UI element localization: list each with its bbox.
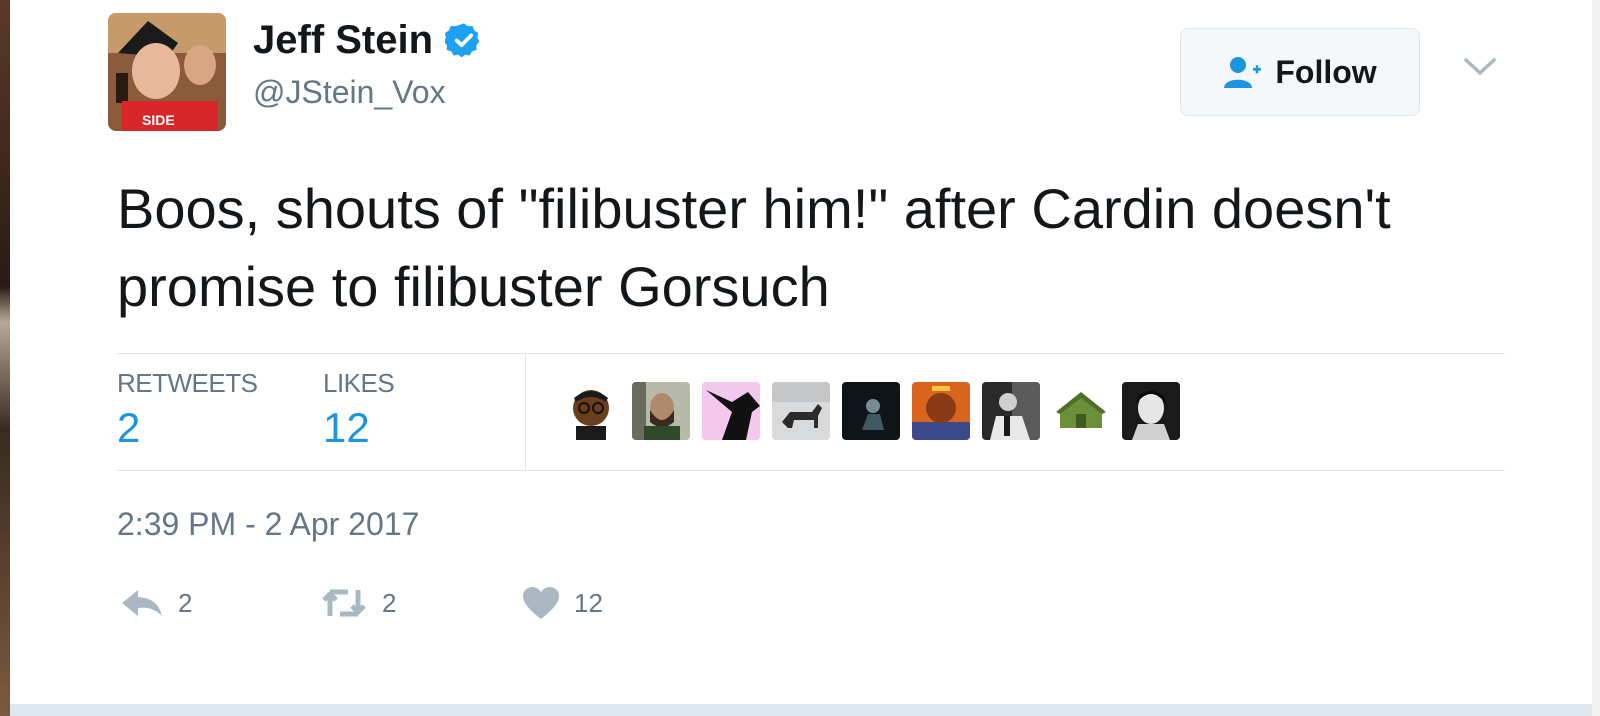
liker-avatars bbox=[562, 382, 1180, 440]
liker-avatar[interactable] bbox=[842, 382, 900, 440]
liker-avatar[interactable] bbox=[632, 382, 690, 440]
retweets-label: RETWEETS bbox=[117, 368, 258, 398]
tweet-card: SIDE Jeff Stein @JStein_Vox Follow Boos,… bbox=[10, 0, 1592, 704]
background-edge-right bbox=[1592, 0, 1600, 716]
verified-badge-icon bbox=[445, 23, 480, 58]
stats-divider-top bbox=[117, 353, 1505, 354]
retweet-count: 2 bbox=[382, 587, 397, 618]
likes-label: LIKES bbox=[323, 368, 395, 398]
reply-action[interactable]: 2 bbox=[120, 586, 192, 620]
liker-avatar[interactable] bbox=[912, 382, 970, 440]
background-edge-left bbox=[0, 0, 10, 716]
chevron-down-icon[interactable] bbox=[1460, 52, 1500, 82]
liker-avatar[interactable] bbox=[702, 382, 760, 440]
retweets-count[interactable]: 2 bbox=[117, 402, 140, 454]
reply-icon bbox=[122, 590, 162, 616]
liker-avatar[interactable] bbox=[772, 382, 830, 440]
follow-button[interactable]: Follow bbox=[1180, 28, 1420, 116]
liker-avatar[interactable] bbox=[1052, 382, 1110, 440]
retweet-action[interactable]: 2 bbox=[320, 586, 396, 620]
user-name-text: Jeff Stein bbox=[253, 18, 434, 62]
likes-count[interactable]: 12 bbox=[323, 402, 370, 454]
liker-avatar[interactable] bbox=[1122, 382, 1180, 440]
follow-button-label: Follow bbox=[1275, 53, 1377, 90]
stats-divider-bottom bbox=[117, 470, 1505, 471]
tweet-text: Boos, shouts of "filibuster him!" after … bbox=[117, 177, 1391, 318]
like-count: 12 bbox=[574, 587, 603, 618]
user-avatar[interactable]: SIDE bbox=[108, 13, 226, 131]
liker-avatar[interactable] bbox=[562, 382, 620, 440]
liker-avatar[interactable] bbox=[982, 382, 1040, 440]
retweet-icon bbox=[322, 589, 366, 617]
reply-count: 2 bbox=[178, 587, 193, 618]
tweet-timestamp[interactable]: 2:39 PM - 2 Apr 2017 bbox=[117, 506, 419, 543]
like-action[interactable]: 12 bbox=[522, 586, 603, 620]
svg-text:SIDE: SIDE bbox=[142, 112, 175, 128]
card-bottom-bar bbox=[10, 704, 1592, 716]
user-handle[interactable]: @JStein_Vox bbox=[253, 72, 446, 112]
heart-icon bbox=[523, 587, 559, 619]
add-user-icon bbox=[1224, 57, 1262, 88]
user-name[interactable]: Jeff Stein bbox=[253, 16, 483, 64]
stats-vertical-divider bbox=[525, 354, 526, 470]
